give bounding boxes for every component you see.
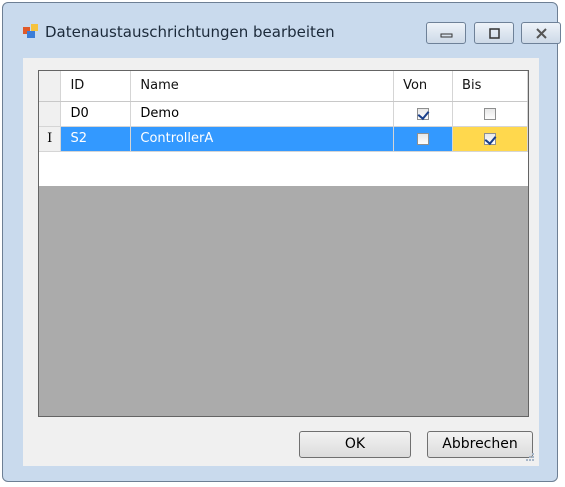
dialog-content: ID Name Von Bis D0 Demo I S2 ControllerA… [23,58,539,466]
von-checkbox[interactable] [417,107,430,120]
corner-header[interactable] [39,71,62,102]
column-header-bis[interactable]: Bis [452,71,528,102]
table-row[interactable]: I S2 ControllerA [39,126,528,152]
data-grid[interactable]: ID Name Von Bis D0 Demo I S2 ControllerA [38,70,529,417]
cell-name[interactable]: ControllerA [130,126,395,152]
maximize-button[interactable] [474,22,514,44]
cell-id[interactable]: D0 [60,101,132,127]
maximize-icon [489,28,500,39]
close-icon [536,28,547,39]
row-header-edit[interactable]: I [39,126,62,152]
resize-grip-icon[interactable] [525,452,535,462]
column-header-von[interactable]: Von [393,71,454,102]
bis-checkbox[interactable] [484,132,497,145]
minimize-icon [440,33,453,38]
table-row[interactable]: D0 Demo [39,101,528,127]
cell-bis[interactable] [452,126,528,152]
row-header[interactable] [39,101,62,127]
cell-id[interactable]: S2 [60,126,132,152]
dialog-window: Datenaustauschrichtungen bearbeiten ID N… [2,2,561,482]
grid-table: ID Name Von Bis D0 Demo I S2 ControllerA [39,71,528,152]
cell-von[interactable] [393,101,454,127]
minimize-button[interactable] [426,22,466,44]
window-title: Datenaustauschrichtungen bearbeiten [45,23,335,41]
app-icon [23,24,38,38]
cell-von[interactable] [393,126,454,152]
title-bar[interactable]: Datenaustauschrichtungen bearbeiten [3,3,561,47]
cell-name[interactable]: Demo [130,101,395,127]
cancel-button[interactable]: Abbrechen [427,431,533,458]
header-row: ID Name Von Bis [39,71,528,102]
ok-button[interactable]: OK [299,431,411,458]
close-button[interactable] [521,22,561,44]
cell-bis[interactable] [452,101,528,127]
column-header-name[interactable]: Name [130,71,395,102]
column-header-id[interactable]: ID [60,71,132,102]
bis-checkbox[interactable] [484,107,497,120]
von-checkbox[interactable] [417,132,430,145]
